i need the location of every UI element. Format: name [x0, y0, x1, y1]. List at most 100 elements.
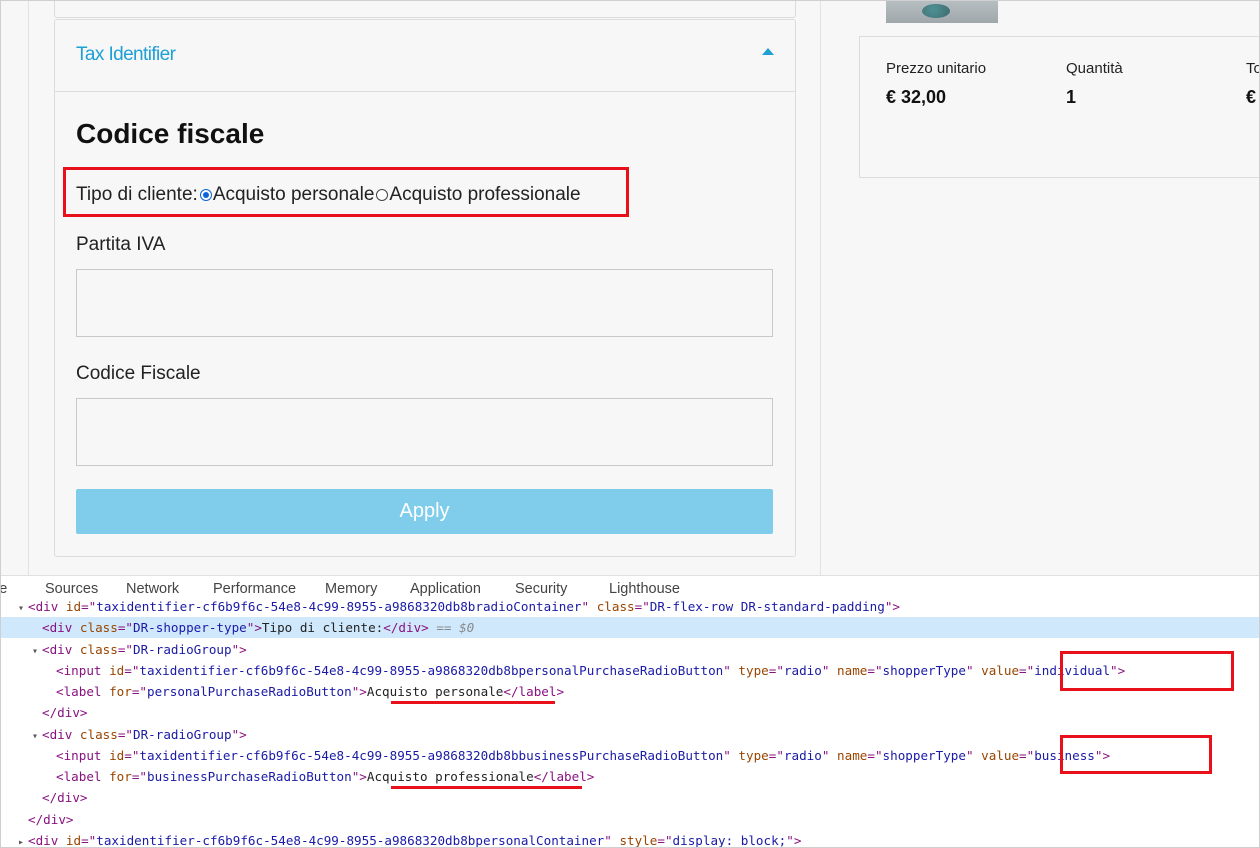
- code-token: ": [965, 747, 982, 763]
- code-token: </div>: [42, 705, 88, 721]
- code-token: =": [634, 601, 650, 614]
- dom-tree-line[interactable]: </div>: [0, 702, 1260, 723]
- caret-up-icon[interactable]: [762, 48, 774, 55]
- code-token: class: [596, 601, 635, 614]
- dom-tree-line[interactable]: ▸ <div id="taxidentifier-cf6b9f6c-54e8-4c…: [0, 830, 1260, 848]
- code-token: ": [723, 747, 739, 763]
- code-token: =": [117, 641, 134, 657]
- code-token: ">: [231, 641, 247, 657]
- fiscal-code-input[interactable]: [76, 398, 773, 466]
- code-token: Acquisto professionale: [366, 769, 534, 784]
- code-token: taxidentifier-cf6b9f6c-54e8-4c99-8955-a9…: [139, 662, 724, 678]
- code-token: Acquisto personale: [366, 684, 504, 699]
- code-token: =": [131, 684, 147, 699]
- code-token: DR-flex-row DR-standard-padding: [649, 601, 885, 614]
- code-token: ">: [351, 769, 367, 784]
- apply-button[interactable]: Apply: [76, 489, 773, 534]
- code-token: shopperType: [882, 747, 966, 763]
- devtools-tab-application[interactable]: Application: [410, 581, 481, 597]
- annotation-box-value-business: [1060, 735, 1212, 774]
- code-token: class: [79, 641, 118, 657]
- expand-toggle-icon[interactable]: ▸: [18, 832, 28, 848]
- code-token: ">: [884, 601, 901, 614]
- devtools-tab-sources[interactable]: Sources: [45, 581, 98, 597]
- code-token: taxidentifier-cf6b9f6c-54e8-4c99-8955-a9…: [139, 747, 724, 763]
- devtools-elements-panel: ▾ <div id="taxidentifier-cf6b9f6c-54e8-4c…: [0, 601, 1260, 848]
- total-value: €: [1246, 87, 1257, 107]
- code-token: ": [581, 601, 597, 614]
- code-token: </label>: [533, 769, 595, 784]
- code-token: id: [109, 747, 125, 763]
- devtools-tab-security[interactable]: Security: [515, 581, 567, 597]
- code-token: </div>: [42, 790, 88, 806]
- code-token: <div: [42, 620, 80, 636]
- code-token: <div: [42, 726, 80, 742]
- code-token: businessPurchaseRadioButton: [147, 769, 352, 784]
- unit-price-value: € 32,00: [886, 87, 947, 107]
- dom-tree-line[interactable]: <div class="DR-shopper-type">Tipo di cli…: [0, 617, 1260, 639]
- code-token: <div: [42, 641, 80, 657]
- code-token: type: [738, 747, 769, 763]
- expand-toggle-icon[interactable]: ▾: [32, 726, 42, 747]
- code-token: DR-radioGroup: [133, 726, 232, 742]
- annotation-underline-personal: [391, 701, 555, 704]
- webpage-viewport: Tax Identifier Codice fiscale Tipo di cl…: [0, 0, 1260, 575]
- code-token: =": [768, 747, 784, 763]
- code-token: ">: [786, 832, 802, 848]
- code-token: ": [821, 662, 838, 678]
- quantity-label: Quantità: [1066, 60, 1123, 77]
- annotation-box-radio-row: [63, 167, 629, 217]
- code-token: =": [768, 662, 784, 678]
- dom-tree-line[interactable]: </div>: [0, 787, 1260, 808]
- code-token: </div>: [383, 620, 429, 636]
- code-token: ": [965, 662, 982, 678]
- code-token: =": [117, 726, 134, 742]
- code-token: <input: [56, 662, 110, 678]
- code-token: <input: [56, 747, 110, 763]
- code-token: ">: [351, 684, 367, 699]
- code-token: </div>: [28, 811, 74, 827]
- code-token: =": [657, 832, 673, 848]
- code-token: class: [79, 620, 118, 636]
- code-token: value: [981, 747, 1020, 763]
- code-token: type: [738, 662, 769, 678]
- code-token: =": [867, 662, 883, 678]
- expand-toggle-icon[interactable]: ▾: [32, 641, 42, 662]
- tax-identifier-accordion: Tax Identifier Codice fiscale Tipo di cl…: [54, 19, 796, 557]
- code-token: ": [723, 662, 739, 678]
- code-token: ": [821, 747, 838, 763]
- code-token: id: [65, 601, 82, 614]
- column-divider-right: [820, 0, 821, 575]
- devtools-tab-memory[interactable]: Memory: [325, 581, 377, 597]
- code-token: style: [619, 832, 658, 848]
- code-token: Tipo di cliente:: [261, 620, 384, 636]
- devtools-tab-console[interactable]: le: [0, 581, 7, 597]
- devtools-tab-bar: le Sources Network Performance Memory Ap…: [0, 575, 1260, 602]
- code-token: id: [65, 832, 82, 848]
- annotation-box-value-individual: [1060, 651, 1234, 691]
- code-token: ">: [246, 620, 262, 636]
- code-token: DR-radioGroup: [133, 641, 232, 657]
- code-token: =": [124, 747, 140, 763]
- code-token: class: [79, 726, 118, 742]
- vat-number-input[interactable]: [76, 269, 773, 337]
- code-token: radio: [783, 662, 822, 678]
- dom-tree-line[interactable]: </div>: [0, 809, 1260, 830]
- code-token: for: [109, 769, 132, 784]
- accordion-header[interactable]: Tax Identifier: [55, 20, 795, 92]
- code-token: for: [109, 684, 132, 699]
- code-token: display: block;: [672, 832, 787, 848]
- devtools-tab-lighthouse[interactable]: Lighthouse: [609, 581, 680, 597]
- product-image-gem: [922, 4, 950, 18]
- dom-tree-line[interactable]: ▾ <div id="taxidentifier-cf6b9f6c-54e8-4c…: [0, 601, 1260, 617]
- code-token: radio: [783, 747, 822, 763]
- devtools-tab-network[interactable]: Network: [126, 581, 179, 597]
- code-token: =": [131, 769, 147, 784]
- code-token: DR-shopper-type: [133, 620, 247, 636]
- devtools-tab-performance[interactable]: Performance: [213, 581, 296, 597]
- code-token: personalPurchaseRadioButton: [147, 684, 352, 699]
- accordion-title[interactable]: Tax Identifier: [76, 44, 176, 66]
- previous-accordion-card: [54, 0, 796, 18]
- code-token: =": [1019, 747, 1035, 763]
- code-token: =": [81, 832, 97, 848]
